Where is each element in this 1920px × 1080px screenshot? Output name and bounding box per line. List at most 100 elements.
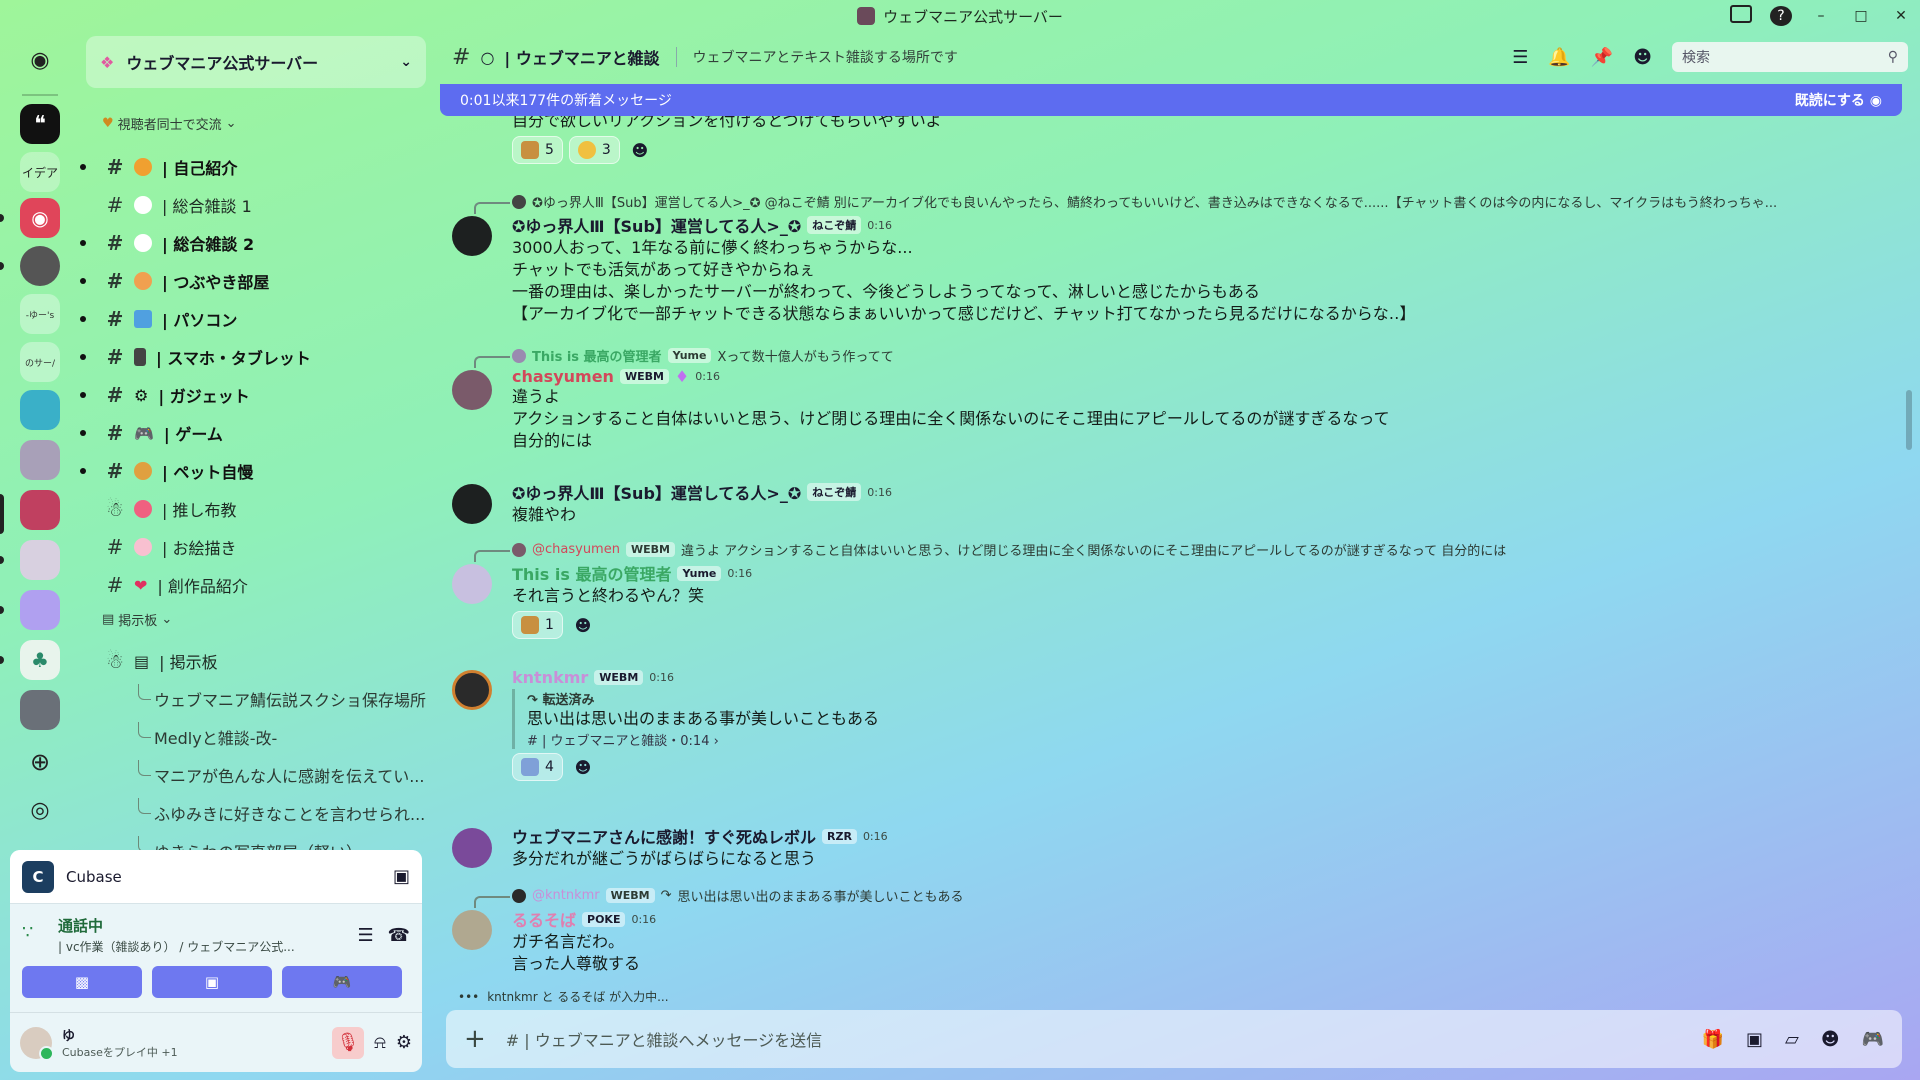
author-name[interactable]: kntnkmr: [512, 668, 588, 687]
forward-source-link[interactable]: # | ウェブマニアと雑談・0:14 ›: [527, 730, 1880, 749]
search-input[interactable]: 検索 ⚲: [1672, 42, 1908, 72]
channel-oshi[interactable]: ☃ | 推し布教: [96, 494, 426, 524]
headphones-icon[interactable]: ⍾: [374, 1032, 386, 1053]
category-header[interactable]: ▤ 掲示板 ⌄: [102, 610, 172, 629]
author-name[interactable]: ✪ゆっ界人Ⅲ【Sub】運営してる人>_✪: [512, 480, 801, 504]
home-icon[interactable]: ◉: [20, 40, 60, 80]
avatar[interactable]: [452, 828, 492, 868]
screen-share-icon[interactable]: ▣: [393, 866, 410, 887]
avatar[interactable]: [452, 670, 492, 710]
server-idea[interactable]: イデア: [20, 152, 60, 192]
author-name[interactable]: ウェブマニアさんに感謝！すぐ死ぬレボル: [512, 824, 816, 848]
signal-icon[interactable]: ∵: [22, 922, 48, 948]
author-name[interactable]: ✪ゆっ界人Ⅲ【Sub】運営してる人>_✪: [512, 213, 801, 237]
noise-suppression-icon[interactable]: ☰: [357, 925, 373, 946]
reaction[interactable]: 4: [512, 753, 563, 781]
gift-icon[interactable]: 🎁: [1702, 1029, 1724, 1050]
author-name[interactable]: This is 最高の管理者: [512, 561, 671, 585]
forwarded-message[interactable]: ↷ 転送済み 思い出は思い出のままある事が美しいこともある # | ウェブマニア…: [512, 689, 1880, 749]
server-discord[interactable]: ◉: [20, 198, 60, 238]
add-attachment-icon[interactable]: +: [464, 1024, 486, 1054]
channel-drawing[interactable]: # | お絵描き: [96, 532, 426, 562]
avatar[interactable]: [452, 370, 492, 410]
server-2[interactable]: -ゆー's: [20, 294, 60, 334]
reaction[interactable]: 3: [568, 136, 620, 164]
maximize-button[interactable]: □: [1850, 8, 1872, 24]
category-header[interactable]: ♥ 視聴者同士で交流 ⌄: [102, 114, 237, 133]
timestamp: 0:16: [867, 485, 892, 499]
add-server-icon[interactable]: ⊕: [20, 742, 60, 782]
channel-game[interactable]: # 🎮 | ゲーム: [80, 418, 426, 448]
scrollbar[interactable]: [1906, 390, 1912, 450]
channel-pc[interactable]: # | パソコン: [80, 304, 426, 334]
server-7[interactable]: [20, 590, 60, 630]
add-reaction-icon[interactable]: ☻: [569, 753, 597, 781]
reply-preview[interactable]: ✪ゆっ界人Ⅲ【Sub】運営してる人>_✪ @ねこぞ鯖 別にアーカイブ化でも良いん…: [512, 192, 1880, 211]
author-name[interactable]: chasyumen: [512, 367, 614, 386]
reply-preview[interactable]: @chasyumen WEBM 違うよ アクションすること自体はいいと思う、けど閉じ…: [512, 540, 1880, 559]
reaction[interactable]: 1: [512, 611, 563, 639]
message-text: それ言うと終わるやん？笑: [512, 586, 705, 605]
channel-smartphone[interactable]: # | スマホ・タブレット: [80, 342, 426, 372]
share-screen-button[interactable]: ▣: [152, 966, 272, 998]
sticker-icon[interactable]: ▱: [1785, 1029, 1799, 1050]
timestamp: 0:16: [631, 912, 657, 926]
server-webmania[interactable]: [20, 490, 60, 530]
minimize-button[interactable]: –: [1810, 8, 1832, 24]
channel-general-1[interactable]: # | 総合雑談 1: [96, 190, 426, 220]
server-header[interactable]: ❖ ウェブマニア公式サーバー ⌄: [86, 36, 426, 88]
server-6[interactable]: [20, 540, 60, 580]
thread-item[interactable]: ウェブマニア鯖伝説スクショ保存場所: [128, 684, 428, 714]
activity-card[interactable]: C Cubase ▣: [10, 850, 422, 904]
channel-gadget[interactable]: # ⚙ | ガジェット: [80, 380, 426, 410]
server-4[interactable]: [20, 390, 60, 430]
reaction[interactable]: 5: [512, 136, 563, 164]
avatar[interactable]: [20, 1026, 54, 1061]
thread-item[interactable]: ふゆみきに好きなことを言わせられ...: [128, 798, 428, 828]
channel-self-intro[interactable]: # | 自己紹介: [80, 152, 426, 182]
activity-button[interactable]: 🎮: [282, 966, 402, 998]
server-3[interactable]: のサー/: [20, 342, 60, 382]
server-avatar-1[interactable]: [20, 246, 60, 286]
channel-general-2[interactable]: # | 総合雑談 2: [80, 228, 426, 258]
disconnect-icon[interactable]: ☎: [388, 925, 410, 946]
new-messages-bar[interactable]: 0:01以来177件の新着メッセージ 既読にする ◉: [440, 84, 1902, 116]
server-5[interactable]: [20, 440, 60, 480]
mute-mic-icon[interactable]: 🎙: [331, 1026, 364, 1059]
voice-channel-name[interactable]: | vc作業（雑談あり） / ウェブマニア公式...: [58, 938, 295, 955]
channel-forum[interactable]: ☃ ▤ | 掲示板: [96, 646, 426, 676]
emoji-icon[interactable]: ☻: [1821, 1029, 1840, 1050]
gif-icon[interactable]: ▣: [1746, 1029, 1763, 1050]
close-button[interactable]: ✕: [1890, 8, 1912, 24]
reply-preview[interactable]: @kntnkmr WEBM ↷ 思い出は思い出のままある事が美しいこともある: [512, 886, 1880, 905]
members-icon[interactable]: ☻: [1633, 47, 1652, 68]
add-reaction-icon[interactable]: ☻: [626, 136, 654, 164]
inbox-icon[interactable]: [1730, 5, 1752, 27]
bell-icon[interactable]: 🔔: [1548, 47, 1570, 68]
channel-pet[interactable]: # | ペット自慢: [80, 456, 426, 486]
avatar[interactable]: [452, 216, 492, 256]
author-name[interactable]: るるそば: [512, 907, 576, 931]
server-quote[interactable]: ❝: [20, 104, 60, 144]
settings-gear-icon[interactable]: ⚙: [396, 1032, 412, 1053]
avatar[interactable]: [452, 484, 492, 524]
message-input[interactable]: # | ウェブマニアと雑談へメッセージを送信: [506, 1027, 822, 1051]
add-reaction-icon[interactable]: ☻: [569, 611, 597, 639]
camera-off-button[interactable]: ▩: [22, 966, 142, 998]
help-icon[interactable]: ?: [1770, 6, 1792, 26]
avatar[interactable]: [452, 564, 492, 604]
apps-icon[interactable]: 🎮: [1862, 1029, 1884, 1050]
thread-item[interactable]: マニアが色んな人に感謝を伝えてい...: [128, 760, 428, 790]
thread-item[interactable]: Medlyと雑談-改-: [128, 722, 428, 752]
pin-icon[interactable]: 📌: [1591, 47, 1613, 68]
channel-topic[interactable]: ウェブマニアとテキスト雑談する場所です: [693, 47, 958, 67]
server-9[interactable]: [20, 690, 60, 730]
explore-icon[interactable]: ◎: [20, 790, 60, 830]
channel-tsubuyaki[interactable]: # | つぶやき部屋: [80, 266, 426, 296]
reply-preview[interactable]: This is 最高の管理者 Yume Xって数十億人がもう作ってて: [512, 346, 1880, 365]
avatar[interactable]: [452, 910, 492, 950]
channel-creations[interactable]: # ❤ | 創作品紹介: [96, 570, 426, 600]
threads-icon[interactable]: ☰: [1512, 47, 1528, 68]
server-8[interactable]: ♣: [20, 640, 60, 680]
mark-as-read-button[interactable]: 既読にする ◉: [1795, 90, 1882, 110]
